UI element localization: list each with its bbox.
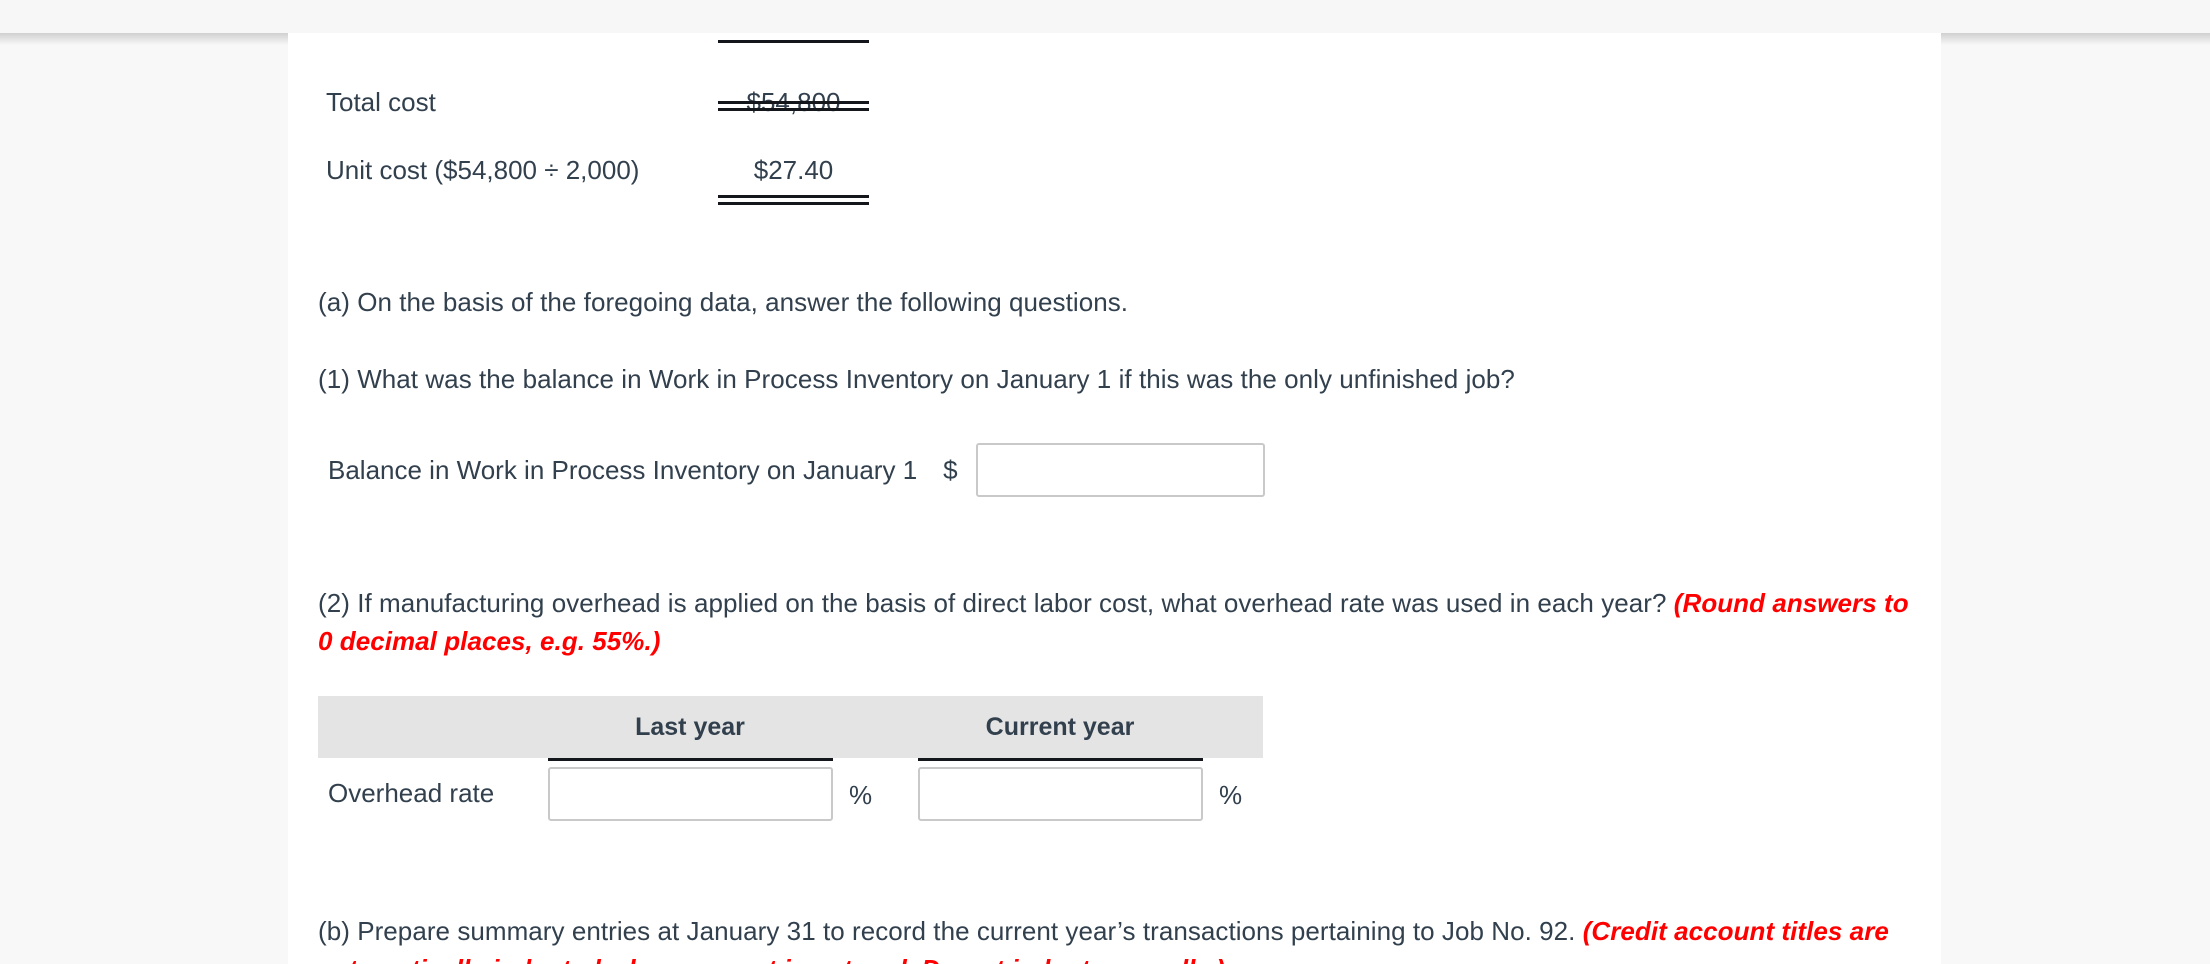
part-b: (b) Prepare summary entries at January 3…: [318, 912, 1913, 964]
overhead-rate-current-year-cell: [918, 767, 1203, 821]
page-root: Total cost $54,800 Unit cost ($54,800 ÷ …: [0, 0, 2210, 964]
percent-symbol-last-year: %: [849, 780, 873, 810]
content-panel: Total cost $54,800 Unit cost ($54,800 ÷ …: [288, 33, 1941, 964]
browser-toolbar: [0, 0, 2210, 33]
balance-answer-label: Balance in Work in Process Inventory on …: [328, 454, 918, 485]
balance-answer-row: Balance in Work in Process Inventory on …: [328, 443, 1265, 497]
dollar-sign-icon: $: [943, 454, 958, 485]
column-header-last-year: Last year: [635, 712, 745, 741]
column-header-current-year: Current year: [985, 712, 1135, 741]
part-b-text: (b) Prepare summary entries at January 3…: [318, 916, 1583, 946]
overhead-table-header: Last year Current year: [318, 696, 1263, 758]
overhead-rate-row-label: Overhead rate: [328, 778, 495, 808]
overhead-rate-last-year-cell: [548, 767, 833, 821]
unit-cost-value: $27.40: [753, 155, 834, 185]
overhead-rate-last-year-input[interactable]: [548, 767, 833, 821]
rule-above-total-cost: [718, 40, 869, 43]
rule-below-unit-cost-bottom: [718, 202, 869, 205]
percent-symbol-current-year: %: [1219, 780, 1243, 810]
total-cost-label: Total cost: [326, 87, 436, 117]
rule-below-unit-cost-top: [718, 195, 869, 198]
rule-below-total-cost-top: [718, 101, 869, 104]
overhead-rate-current-year-input[interactable]: [918, 767, 1203, 821]
rule-below-total-cost-bottom: [718, 108, 869, 111]
table-row: Overhead rate % %: [318, 758, 1263, 828]
assignment-content: Total cost $54,800 Unit cost ($54,800 ÷ …: [288, 33, 1941, 964]
question-2-text: (2) If manufacturing overhead is applied…: [318, 588, 1674, 618]
question-1-text: (1) What was the balance in Work in Proc…: [318, 364, 1515, 394]
balance-input[interactable]: [975, 443, 1265, 497]
question-2: (2) If manufacturing overhead is applied…: [318, 584, 1913, 660]
part-a-intro-text: (a) On the basis of the foregoing data, …: [318, 287, 1129, 317]
question-1: (1) What was the balance in Work in Proc…: [318, 360, 1918, 398]
unit-cost-label: Unit cost ($54,800 ÷ 2,000): [326, 155, 640, 185]
part-a-intro: (a) On the basis of the foregoing data, …: [318, 283, 1918, 321]
